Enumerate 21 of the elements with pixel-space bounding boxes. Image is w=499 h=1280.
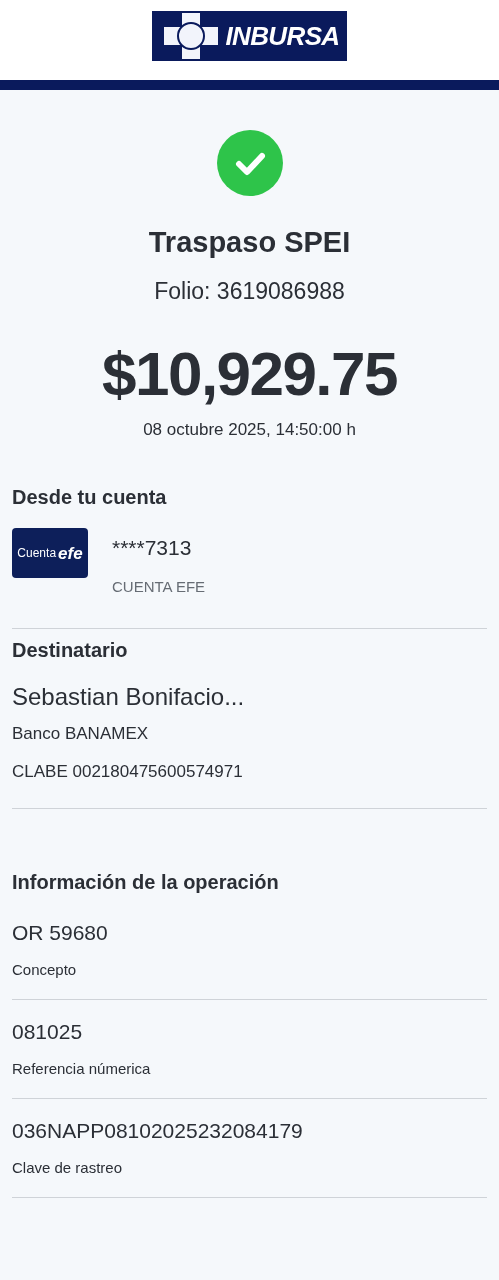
account-type: CUENTA EFE [112,576,206,597]
card-brand: efe [58,542,83,565]
transfer-title: Traspaso SPEI [148,225,351,260]
brand-name: INBURSA [225,19,340,53]
section-heading: Destinatario [12,638,129,664]
field-value: 036NAPP08102025232084179 [12,1118,304,1145]
field-value: OR 59680 [12,920,109,947]
field-label: Clave de rastreo [12,1157,124,1178]
recipient-bank: Banco BANAMEX [12,723,150,746]
field-label: Referencia númerica [12,1058,152,1079]
transfer-datetime: 08 octubre 2025, 14:50:00 h [143,418,356,441]
account-number: ****7313 [112,535,193,562]
field-label: Concepto [12,959,78,980]
transfer-amount: $10,929.75 [102,342,397,405]
folio-number: Folio: 3619086988 [154,277,345,307]
field-value: 081025 [12,1019,84,1046]
recipient-name: Sebastian Bonifacio... [12,682,246,713]
recipient-clabe: CLABE 002180475600574971 [12,758,487,810]
section-heading: Desde tu cuenta [12,485,168,511]
card-label: Cuenta [17,545,57,563]
section-heading: Información de la operación [12,870,280,896]
